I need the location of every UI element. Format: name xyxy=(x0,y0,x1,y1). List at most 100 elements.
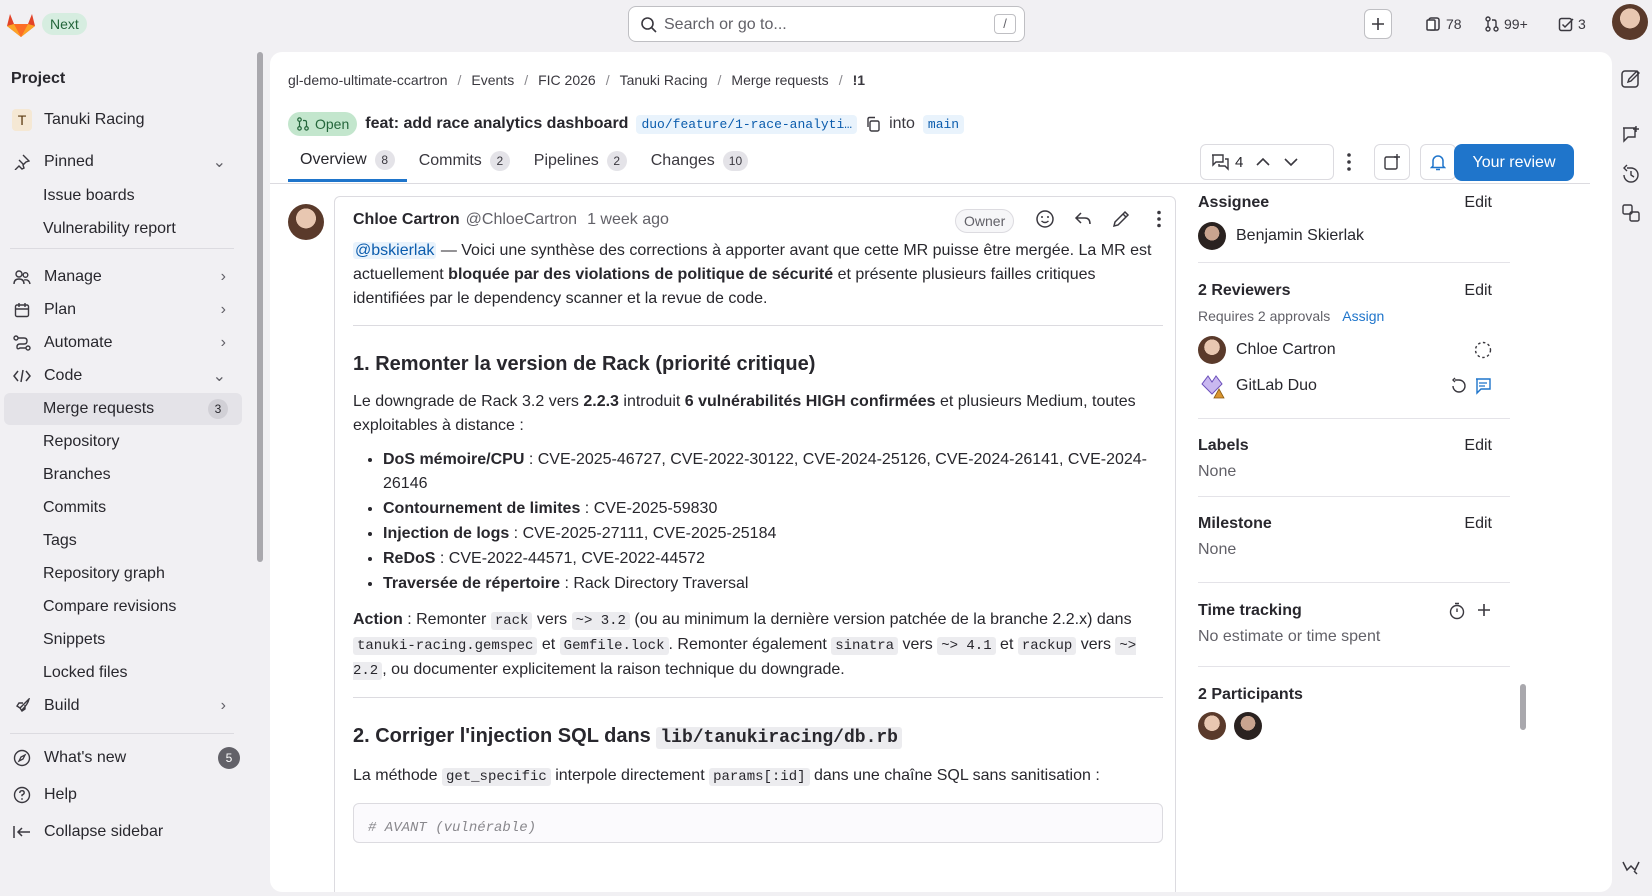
duo-chat-icon xyxy=(1622,861,1640,875)
emoji-reaction-icon[interactable] xyxy=(1035,209,1055,229)
breadcrumb-item[interactable]: Merge requests xyxy=(731,72,828,88)
project-avatar: T xyxy=(12,109,32,131)
sidebar-item-repository[interactable]: Repository xyxy=(4,426,242,458)
sidebar-item-automate[interactable]: Automate › xyxy=(4,327,242,359)
edit-labels-button[interactable]: Edit xyxy=(1464,437,1492,455)
sidebar-item-commits[interactable]: Commits xyxy=(4,492,242,524)
edit-milestone-button[interactable]: Edit xyxy=(1464,515,1492,533)
breadcrumb-item[interactable]: Tanuki Racing xyxy=(620,72,708,88)
sidebar-item-merge-requests[interactable]: Merge requests 3 xyxy=(4,393,242,425)
sidebar-item-build[interactable]: Build › xyxy=(4,690,242,722)
copy-icon[interactable] xyxy=(865,116,881,132)
plus-icon[interactable] xyxy=(1476,602,1492,618)
search-icon xyxy=(641,17,657,33)
reply-icon[interactable] xyxy=(1073,209,1093,229)
merge-requests-badge: 3 xyxy=(208,399,228,419)
sidebar-whats-new[interactable]: What's new 5 xyxy=(4,742,242,774)
rail-comment-button[interactable] xyxy=(1620,124,1642,150)
breadcrumb-current[interactable]: !1 xyxy=(853,72,865,88)
search-input[interactable]: Search or go to... / xyxy=(628,6,1025,42)
pencil-icon[interactable] xyxy=(1111,209,1131,229)
sidebar-item-plan[interactable]: Plan › xyxy=(4,294,242,326)
collapse-left-icon xyxy=(13,826,30,838)
collapse-sidebar-button[interactable]: Collapse sidebar xyxy=(4,816,242,848)
sidebar-project[interactable]: T Tanuki Racing xyxy=(4,104,242,136)
user-mention[interactable]: @bskierlak xyxy=(353,242,437,259)
sidebar-item-tags[interactable]: Tags xyxy=(4,525,242,557)
labels-section: Labels Edit None xyxy=(1198,437,1512,481)
tab-overview[interactable]: Overview 8 xyxy=(288,140,407,182)
sidebar-item-snippets[interactable]: Snippets xyxy=(4,624,242,656)
sidebar-item-vulnerability-report[interactable]: Vulnerability report xyxy=(4,213,242,245)
sidebar-help[interactable]: Help xyxy=(4,779,242,811)
rail-edit-button[interactable] xyxy=(1620,68,1642,94)
comment-icon[interactable] xyxy=(1474,377,1492,395)
breadcrumb-item[interactable]: gl-demo-ultimate-ccartron xyxy=(288,72,448,88)
project-name: Tanuki Racing xyxy=(44,111,145,128)
code-block: # AVANT (vulnérable) xyxy=(353,803,1163,843)
sidebar-item-issue-boards[interactable]: Issue boards xyxy=(4,180,242,212)
sidebar-item-label: Collapse sidebar xyxy=(44,823,164,840)
source-branch[interactable]: duo/feature/1-race-analyti… xyxy=(636,114,858,134)
reviewer-row[interactable]: GitLab Duo xyxy=(1198,372,1512,400)
your-review-button[interactable]: Your review xyxy=(1454,144,1574,181)
comment-time[interactable]: 1 week ago xyxy=(587,211,669,229)
sidebar-item-branches[interactable]: Branches xyxy=(4,459,242,491)
rail-history-button[interactable] xyxy=(1620,164,1642,190)
sidebar-item-compare-revisions[interactable]: Compare revisions xyxy=(4,591,242,623)
comment-handle[interactable]: @ChloeCartron xyxy=(466,211,577,229)
rail-duo-button[interactable] xyxy=(1620,856,1642,882)
sidebar-divider xyxy=(10,733,234,734)
comments-icon xyxy=(1212,154,1229,171)
avatar xyxy=(1198,222,1226,250)
pin-icon xyxy=(14,154,30,170)
mr-header: Open feat: add race analytics dashboard … xyxy=(288,112,965,136)
panel-scrollbar[interactable] xyxy=(1520,684,1526,730)
edit-assignee-button[interactable]: Edit xyxy=(1464,194,1492,212)
breadcrumb-item[interactable]: FIC 2026 xyxy=(538,72,596,88)
sidebar-item-repository-graph[interactable]: Repository graph xyxy=(4,558,242,590)
rerequest-review-icon[interactable] xyxy=(1450,377,1468,395)
avatar[interactable] xyxy=(1198,712,1226,740)
stopwatch-icon[interactable] xyxy=(1448,602,1466,620)
sidebar-item-code[interactable]: Code ⌄ xyxy=(4,360,242,392)
issues-button[interactable]: 78 xyxy=(1426,9,1462,39)
open-in-new-button[interactable] xyxy=(1374,144,1410,180)
divider xyxy=(1198,666,1510,667)
rail-compare-button[interactable] xyxy=(1620,202,1642,228)
calendar-icon xyxy=(14,303,30,318)
assignee-row[interactable]: Benjamin Skierlak xyxy=(1198,222,1512,250)
breadcrumb-item[interactable]: Events xyxy=(471,72,514,88)
comments-threads-button[interactable]: 4 xyxy=(1205,153,1249,171)
target-branch[interactable]: main xyxy=(922,114,965,134)
tab-pipelines[interactable]: Pipelines 2 xyxy=(522,140,639,182)
tab-changes[interactable]: Changes 10 xyxy=(639,140,760,182)
user-avatar[interactable] xyxy=(1612,4,1648,40)
more-options-icon[interactable] xyxy=(1334,147,1364,177)
sidebar-item-manage[interactable]: Manage › xyxy=(4,261,242,293)
next-badge[interactable]: Next xyxy=(42,13,87,35)
gitlab-logo-icon[interactable] xyxy=(6,10,36,38)
notifications-button[interactable] xyxy=(1420,144,1456,180)
create-new-button[interactable] xyxy=(1364,9,1392,39)
chevron-up-icon[interactable] xyxy=(1249,153,1277,171)
tab-commits[interactable]: Commits 2 xyxy=(407,140,522,182)
sidebar-item-pinned[interactable]: Pinned ⌄ xyxy=(4,146,242,178)
assign-link[interactable]: Assign xyxy=(1342,308,1384,324)
comment-author[interactable]: Chloe Cartron xyxy=(353,211,460,229)
approvals-row: Requires 2 approvals Assign xyxy=(1198,308,1512,324)
edit-reviewers-button[interactable]: Edit xyxy=(1464,282,1492,300)
compare-icon xyxy=(1622,204,1640,222)
comment-author-avatar[interactable] xyxy=(288,204,324,240)
reviewer-row[interactable]: Chloe Cartron xyxy=(1198,336,1512,364)
main-content: gl-demo-ultimate-ccartron / Events / FIC 2… xyxy=(270,52,1612,892)
chevron-down-icon[interactable] xyxy=(1277,153,1305,171)
sidebar-scrollbar[interactable] xyxy=(257,52,263,562)
more-options-icon[interactable] xyxy=(1149,209,1169,229)
sidebar-item-locked-files[interactable]: Locked files xyxy=(4,657,242,689)
sidebar-item-label: Locked files xyxy=(43,664,128,681)
avatar[interactable] xyxy=(1234,712,1262,740)
merge-requests-button[interactable]: 99+ xyxy=(1484,9,1528,39)
sidebar-item-label: Branches xyxy=(43,466,111,483)
todos-button[interactable]: 3 xyxy=(1558,9,1586,39)
